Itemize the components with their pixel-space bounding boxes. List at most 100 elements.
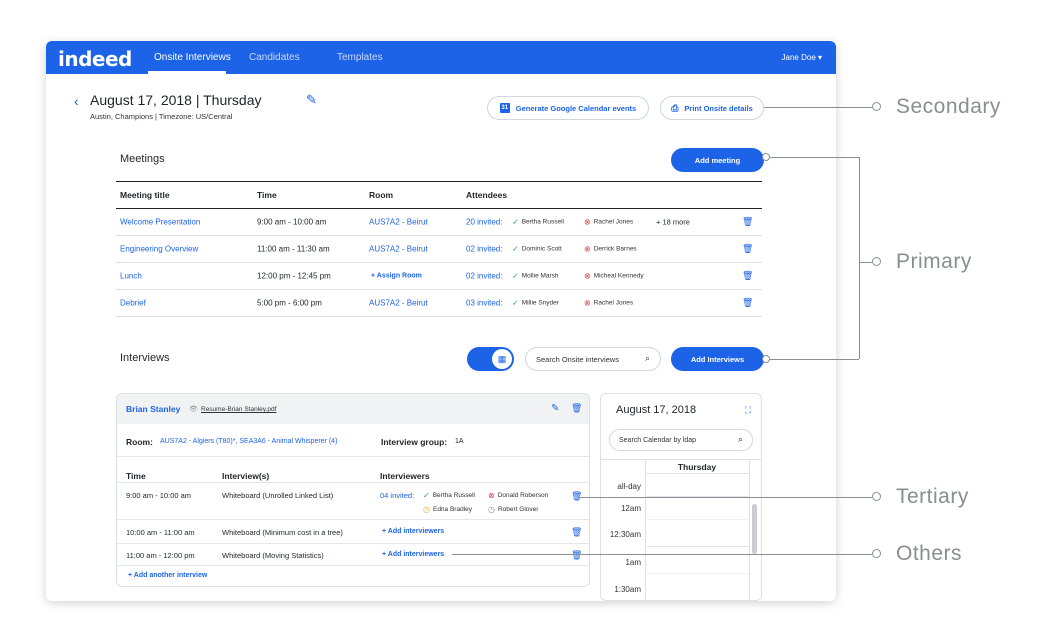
candidate-name-link[interactable]: Brian Stanley [126,404,180,414]
calendar-view-toggle[interactable]: ▦ [467,347,514,371]
resume-link[interactable]: Resume-Brian Stanley.pdf [201,406,276,413]
search-onsite-interviews-input[interactable]: Search Onsite interviews ⌕ [525,347,661,371]
check-circle-icon: ✓ [512,217,519,227]
trash-icon[interactable]: 🗑 [571,550,582,561]
add-interviewers-button[interactable]: + Add interviewers [382,551,444,558]
x-circle-icon: ⊗ [584,244,591,254]
search-icon: ⌕ [644,353,650,363]
interview-name: Whiteboard (Minimum cost in a tree) [222,528,343,537]
table-row: Engineering Overview 11:00 am - 11:30 am… [116,236,762,263]
calendar-date-title: August 17, 2018 [616,404,697,416]
indeed-logo[interactable]: indeed [58,47,132,71]
check-circle-icon: ✓ [423,491,430,500]
attendee-declined: ⊗ Micheal Kennedy [584,271,644,281]
x-circle-icon: ⊗ [584,271,591,281]
room-value-link[interactable]: AUS7A2 - Algiers (T80)*, SEA3A6 - Animal… [160,438,337,445]
grid-line [645,519,749,520]
attendees-invited-link[interactable]: 02 invited: [466,245,502,254]
annotation-dot [872,492,881,501]
interviewer-pending: ◷ Edna Bradley [423,505,473,514]
table-row: Debrief 5:00 pm - 6:00 pm AUS7A2 - Beiru… [116,290,762,317]
meeting-room-link[interactable]: AUS7A2 - Beirut [369,218,428,227]
top-nav-bar: indeed Onsite Interviews Candidates Temp… [46,41,836,74]
assign-room-button[interactable]: + Assign Room [371,273,422,280]
expand-icon[interactable]: ⛶ [745,405,751,416]
attendee-declined: ⊗ Rachel Jones [584,298,634,308]
check-circle-icon: ✓ [512,298,519,308]
meeting-title-link[interactable]: Welcome Presentation [120,218,200,227]
more-attendees[interactable]: + 18 more [656,218,690,227]
add-meeting-button[interactable]: Add meeting [671,148,764,172]
edit-pencil-icon[interactable]: ✎ [306,92,317,108]
tab-templates[interactable]: Templates [337,52,383,63]
x-circle-icon: ⊗ [584,298,591,308]
attendees-invited-link[interactable]: 02 invited: [466,272,502,281]
user-menu[interactable]: Jane Doe ▾ [782,53,822,62]
col-time: Time [126,471,146,481]
page-title: August 17, 2018 | Thursday [90,92,262,108]
interview-group-label: Interview group: [381,437,448,447]
annotation-secondary: Secondary [896,95,1001,118]
calendar-time-label: 1am [625,558,641,567]
meeting-room-link[interactable]: AUS7A2 - Beirut [369,245,428,254]
annotation-dot [872,549,881,558]
meetings-table: Meeting title Time Room Attendees Welcom… [116,181,762,317]
room-group-row: Room: AUS7A2 - Algiers (T80)*, SEA3A6 - … [117,424,589,457]
attendee-accepted: ✓ Millie Snyder [512,298,559,308]
grid-line [645,473,749,474]
clock-icon: ◷ [488,505,495,514]
interview-name: Whiteboard (Moving Statistics) [222,551,324,560]
room-label: Room: [126,437,153,447]
search-icon: ⌕ [737,434,743,444]
calendar-scrollbar[interactable] [752,504,757,554]
meeting-title-link[interactable]: Engineering Overview [120,245,198,254]
annotation-others: Others [896,542,963,565]
search-calendar-input[interactable]: Search Calendar by ldap ⌕ [609,429,753,451]
interviews-table-header: Time Interview(s) Interviewers [117,457,589,482]
attendee-declined: ⊗ Derrick Barnes [584,244,637,254]
table-row: Lunch 12:00 pm - 12:45 pm + Assign Room … [116,263,762,290]
calendar-time-label: 1:30am [614,585,641,594]
table-row: 9:00 am - 10:00 am Whiteboard (Unrolled … [117,482,589,520]
meeting-title-link[interactable]: Debrief [120,299,146,308]
interview-time: 10:00 am - 11:00 am [126,528,195,537]
trash-icon[interactable]: 🗑 [742,217,753,228]
annotation-leader-tertiary [578,497,872,498]
interview-card: Brian Stanley 👁 Resume-Brian Stanley.pdf… [116,393,590,587]
add-interviews-button[interactable]: Add Interviews [671,347,764,371]
meeting-title-link[interactable]: Lunch [120,272,142,281]
edit-pencil-icon[interactable]: ✎ [551,403,559,414]
col-attendees: Attendees [466,190,508,200]
col-interviewers: Interviewers [380,471,430,481]
meeting-time: 12:00 pm - 12:45 pm [257,271,331,281]
print-onsite-details-button[interactable]: ⎙ Print Onsite details [660,96,764,120]
add-another-interview-button[interactable]: + Add another interview [128,572,207,579]
trash-icon[interactable]: 🗑 [742,244,753,255]
tab-candidates[interactable]: Candidates [249,52,300,63]
table-row: 11:00 am - 12:00 pm Whiteboard (Moving S… [117,544,589,566]
annotation-leader-primary [860,262,872,263]
trash-icon[interactable]: 🗑 [742,298,753,309]
tab-onsite-interviews[interactable]: Onsite Interviews [154,52,231,63]
grid-line [749,460,750,600]
interview-group-value: 1A [455,438,464,445]
meeting-room-link[interactable]: AUS7A2 - Beirut [369,299,428,308]
clock-icon: ◷ [423,505,430,514]
attendees-invited-link[interactable]: 20 invited: [466,218,502,227]
annotation-leader-others [452,554,872,555]
attendees-invited-link[interactable]: 03 invited: [466,299,502,308]
interviewers-invited-link[interactable]: 04 invited: [380,491,414,500]
annotation-dot [872,257,881,266]
calendar-icon: 31 [499,103,510,113]
meeting-time: 9:00 am - 10:00 am [257,217,327,227]
calendar-time-label: 12:30am [609,530,641,539]
add-interviewers-button[interactable]: + Add interviewers [382,528,444,535]
trash-icon[interactable]: 🗑 [742,271,753,282]
generate-google-calendar-button[interactable]: 31 Generate Google Calendar events [487,96,649,120]
calendar-time-label: 12am [620,504,641,513]
back-chevron-icon[interactable]: ‹ [74,93,79,109]
table-row: Welcome Presentation 9:00 am - 10:00 am … [116,209,762,236]
trash-icon[interactable]: 🗑 [571,403,582,414]
col-room: Room [369,190,394,200]
trash-icon[interactable]: 🗑 [571,527,582,538]
